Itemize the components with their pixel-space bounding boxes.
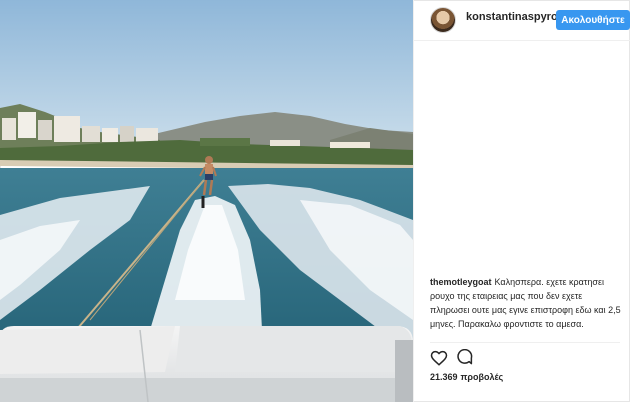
comment-bubble-icon[interactable] bbox=[456, 348, 474, 367]
post-photo[interactable] bbox=[0, 0, 413, 402]
comment-username[interactable]: themotleygoat bbox=[430, 277, 492, 287]
view-count-label: προβολές bbox=[460, 372, 504, 382]
profile-avatar[interactable] bbox=[430, 7, 456, 33]
view-count-number: 21.369 bbox=[430, 372, 458, 382]
follow-button[interactable]: Ακολουθήστε bbox=[556, 10, 630, 30]
heart-icon[interactable] bbox=[430, 349, 448, 367]
waterskiing-photo bbox=[0, 0, 413, 402]
comment: themotleygoat Καλησπερα. εχετε κρατησει ρ… bbox=[430, 275, 622, 331]
post-header: konstantinaspyro Ακολουθήστε bbox=[414, 0, 630, 41]
post-actions bbox=[430, 342, 620, 373]
view-count: 21.369 προβολές bbox=[430, 372, 503, 382]
post-side-panel: konstantinaspyro Ακολουθήστε themotleygo… bbox=[413, 0, 630, 402]
post-username[interactable]: konstantinaspyro bbox=[466, 11, 558, 23]
